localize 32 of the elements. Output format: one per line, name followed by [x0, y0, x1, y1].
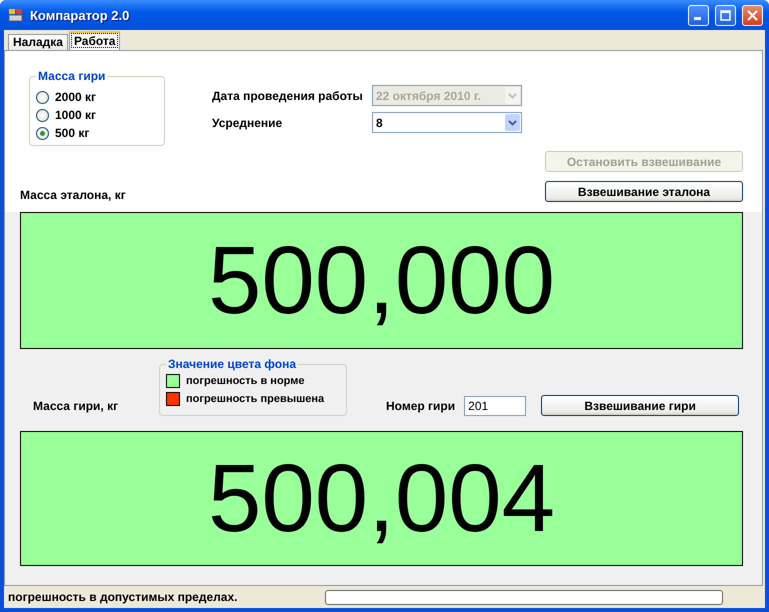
radio-button[interactable]	[36, 108, 49, 122]
status-text: погрешность в допустимых пределах.	[8, 590, 238, 604]
dropdown[interactable]: 8	[372, 112, 522, 133]
field-label: Дата проведения работы	[212, 88, 364, 102]
tab[interactable]: Работа	[68, 31, 120, 50]
radio-label: 500 кг	[55, 126, 90, 140]
radio-button[interactable]	[36, 126, 49, 140]
app-icon	[8, 7, 24, 23]
group-title: Значение цвета фона	[166, 357, 298, 371]
weight-display: 500,004	[20, 431, 743, 566]
tab[interactable]: Наладка	[8, 34, 68, 50]
maximize-button[interactable]	[715, 4, 736, 26]
number-label: Номер гири	[386, 399, 456, 415]
field-label: Усреднение	[212, 116, 284, 130]
reference-display: 500,000	[20, 212, 743, 349]
number-field[interactable]: 201	[464, 396, 526, 416]
legend-label: погрешность превышена	[186, 393, 324, 405]
close-icon	[747, 10, 758, 20]
close-button[interactable]	[742, 4, 763, 26]
weight-label: Масса гири, кг	[32, 399, 120, 415]
group-title: Масса гири	[36, 69, 108, 83]
minimize-button[interactable]	[688, 4, 709, 26]
legend-label: погрешность в норме	[186, 375, 305, 387]
minimize-icon	[694, 16, 700, 20]
radio-label: 2000 кг	[55, 90, 96, 104]
radio-button[interactable]	[36, 90, 49, 104]
window-title: Компаратор 2.0	[30, 8, 130, 22]
radio-label: 1000 кг	[55, 108, 96, 122]
reference-label: Масса эталона, кг	[20, 188, 126, 202]
maximize-icon	[720, 10, 731, 20]
weigh-weight-button[interactable]: Взвешивание гири	[541, 395, 740, 416]
weigh-reference-button[interactable]: Взвешивание эталона	[545, 181, 743, 202]
